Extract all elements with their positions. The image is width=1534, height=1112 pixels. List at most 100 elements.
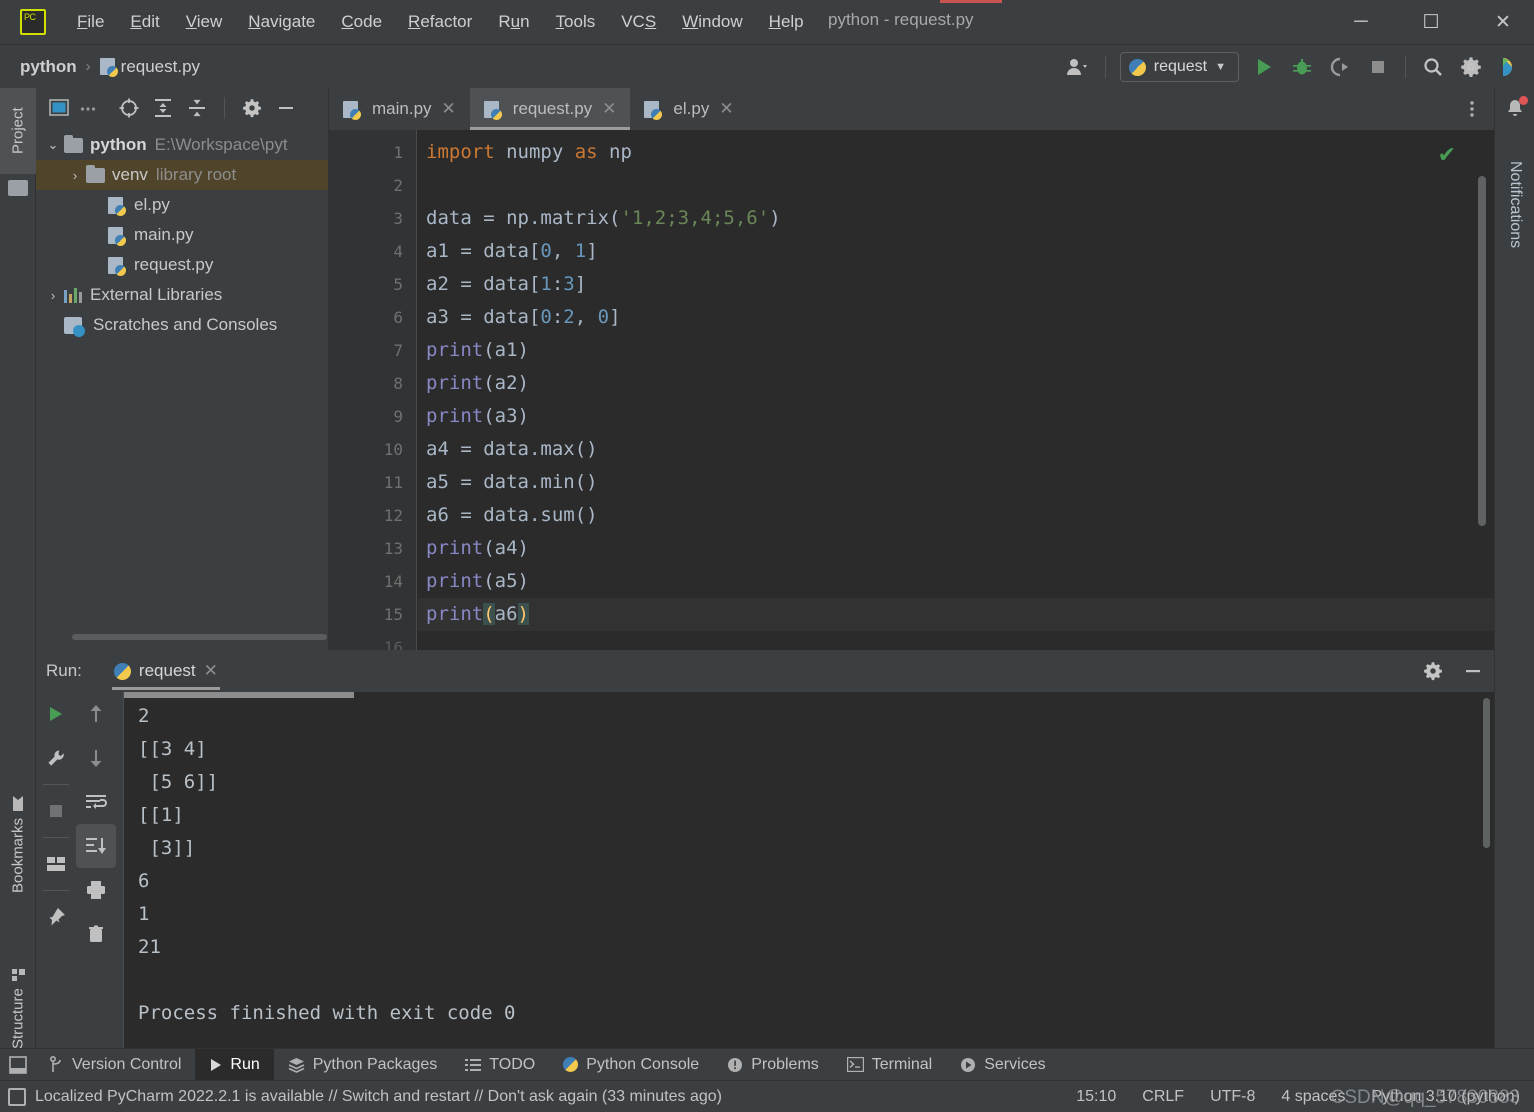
close-icon[interactable]: ✕ [442, 99, 456, 119]
status-bar-encoding[interactable]: UTF-8 [1210, 1088, 1255, 1106]
status-bar-line-separator[interactable]: CRLF [1142, 1088, 1184, 1106]
editor-vertical-scrollbar[interactable] [1478, 176, 1486, 526]
bottom-tab-version-control[interactable]: Version Control [36, 1049, 195, 1081]
bottom-tab-run[interactable]: Run [195, 1048, 274, 1081]
wrench-icon[interactable] [36, 736, 76, 780]
code-line-16[interactable] [418, 631, 1494, 650]
code-line-15[interactable]: print(a6) [418, 598, 1494, 631]
stop-icon[interactable] [36, 789, 76, 833]
bottom-tab-python-console[interactable]: Python Console [549, 1049, 713, 1081]
menu-item-navigate[interactable]: Navigate [235, 8, 328, 36]
search-everywhere-icon[interactable] [1414, 48, 1452, 86]
code-editor[interactable]: 1 2 3 4 5 6 7 8 9 10 11 12 13 14 15 16 i… [329, 130, 1494, 650]
vertical-ellipsis-icon[interactable] [1456, 88, 1488, 130]
menu-item-help[interactable]: Help [756, 8, 817, 36]
code-line-13[interactable]: print(a4) [418, 532, 1494, 565]
run-console-output[interactable]: 2 [[3 4] [5 6]] [[1] [3]] 6 1 21 Process… [124, 692, 1494, 1050]
collapse-all-icon[interactable] [182, 93, 212, 123]
project-view-icon[interactable] [44, 93, 74, 123]
window-minimize-button[interactable]: ─ [1336, 0, 1386, 44]
code-line-7[interactable]: print(a1) [418, 334, 1494, 367]
stop-icon[interactable] [1359, 48, 1397, 86]
code-line-8[interactable]: print(a2) [418, 367, 1494, 400]
down-arrow-icon[interactable] [76, 736, 116, 780]
locate-icon[interactable] [114, 93, 144, 123]
editor-tab-main-py[interactable]: main.py ✕ [329, 88, 470, 130]
tool-windows-grid-icon[interactable] [0, 1049, 36, 1081]
console-horizontal-scrollbar[interactable] [124, 692, 354, 698]
bottom-tab-problems[interactable]: Problems [713, 1049, 833, 1081]
pin-icon[interactable] [36, 895, 76, 939]
window-maximize-button[interactable]: ☐ [1406, 0, 1456, 44]
chevron-right-icon[interactable]: › [64, 168, 86, 183]
tool-window-label-notifications[interactable]: Notifications [1495, 130, 1534, 280]
tree-row[interactable]: ⌄ python E:\Workspace\pyt [36, 130, 328, 160]
close-icon[interactable]: ✕ [204, 661, 218, 681]
chevron-down-icon[interactable]: ⌄ [42, 137, 64, 153]
debug-icon[interactable] [1283, 48, 1321, 86]
menu-item-run[interactable]: Run [485, 8, 542, 36]
settings-gear-icon[interactable] [1420, 658, 1446, 684]
menu-item-window[interactable]: Window [669, 8, 755, 36]
scroll-to-end-icon[interactable] [76, 824, 116, 868]
code-line-1[interactable]: import numpy as np [418, 136, 1494, 169]
code-line-12[interactable]: a6 = data.sum() [418, 499, 1494, 532]
settings-gear-icon[interactable] [1452, 48, 1490, 86]
layout-icon[interactable] [36, 842, 76, 886]
menu-item-code[interactable]: Code [328, 8, 395, 36]
tree-row[interactable]: › External Libraries [36, 280, 328, 310]
status-bar-message[interactable]: Localized PyCharm 2022.2.1 is available … [35, 1088, 722, 1106]
code-line-11[interactable]: a5 = data.min() [418, 466, 1494, 499]
console-vertical-scrollbar[interactable] [1483, 698, 1490, 848]
tree-row[interactable]: request.py [36, 250, 328, 280]
bottom-tab-todo[interactable]: TODO [451, 1049, 549, 1081]
rerun-icon[interactable] [36, 692, 76, 736]
menu-item-view[interactable]: View [173, 8, 236, 36]
bottom-tab-services[interactable]: Services [946, 1049, 1059, 1081]
breadcrumb-file[interactable]: request.py [121, 57, 200, 77]
ide-assistant-icon[interactable] [1490, 48, 1528, 86]
close-icon[interactable]: ✕ [602, 99, 616, 119]
menu-item-tools[interactable]: Tools [543, 8, 609, 36]
project-panel-horizontal-scrollbar[interactable] [72, 634, 327, 640]
sidebar-item-project[interactable]: Project [0, 88, 36, 174]
bottom-tab-python-packages[interactable]: Python Packages [274, 1049, 452, 1081]
code-line-2[interactable] [418, 169, 1494, 202]
bottom-tab-terminal[interactable]: Terminal [833, 1049, 946, 1081]
trash-icon[interactable] [76, 912, 116, 956]
menu-item-file[interactable]: File [64, 8, 117, 36]
minimize-icon[interactable] [1460, 658, 1486, 684]
inspection-status-icon[interactable]: ✔ [1438, 142, 1456, 168]
menu-item-edit[interactable]: Edit [117, 8, 172, 36]
status-bar-interpreter[interactable]: Python 3.10 (python) [1371, 1088, 1520, 1106]
run-tab-request[interactable]: request ✕ [104, 650, 228, 692]
code-line-4[interactable]: a1 = data[0, 1] [418, 235, 1494, 268]
code-line-6[interactable]: a3 = data[0:2, 0] [418, 301, 1494, 334]
tree-row[interactable]: › venv library root [36, 160, 328, 190]
tree-row[interactable]: Scratches and Consoles [36, 310, 328, 340]
chevron-right-icon[interactable]: › [42, 288, 64, 303]
sidebar-item-bookmarks[interactable]: Bookmarks [0, 778, 36, 910]
code-line-5[interactable]: a2 = data[1:3] [418, 268, 1494, 301]
editor-tab-request-py[interactable]: request.py ✕ [469, 88, 631, 130]
ellipsis-icon[interactable] [78, 93, 98, 123]
code-text[interactable]: import numpy as np data = np.matrix('1,2… [418, 130, 1494, 650]
tree-row[interactable]: el.py [36, 190, 328, 220]
close-icon[interactable]: ✕ [719, 99, 733, 119]
run-icon[interactable] [1245, 48, 1283, 86]
code-line-10[interactable]: a4 = data.max() [418, 433, 1494, 466]
window-close-button[interactable]: ✕ [1478, 0, 1528, 44]
soft-wrap-icon[interactable] [76, 780, 116, 824]
code-line-14[interactable]: print(a5) [418, 565, 1494, 598]
status-bar-message-area[interactable]: Localized PyCharm 2022.2.1 is available … [8, 1087, 722, 1106]
status-bar-indent[interactable]: 4 spaces [1281, 1088, 1345, 1106]
menu-item-vcs[interactable]: VCS [608, 8, 669, 36]
up-arrow-icon[interactable] [76, 692, 116, 736]
code-line-9[interactable]: print(a3) [418, 400, 1494, 433]
hide-panel-icon[interactable] [271, 93, 301, 123]
run-configuration-selector[interactable]: request ▼ [1119, 52, 1239, 82]
expand-all-icon[interactable] [148, 93, 178, 123]
settings-gear-icon[interactable] [237, 93, 267, 123]
tree-row[interactable]: main.py [36, 220, 328, 250]
print-icon[interactable] [76, 868, 116, 912]
